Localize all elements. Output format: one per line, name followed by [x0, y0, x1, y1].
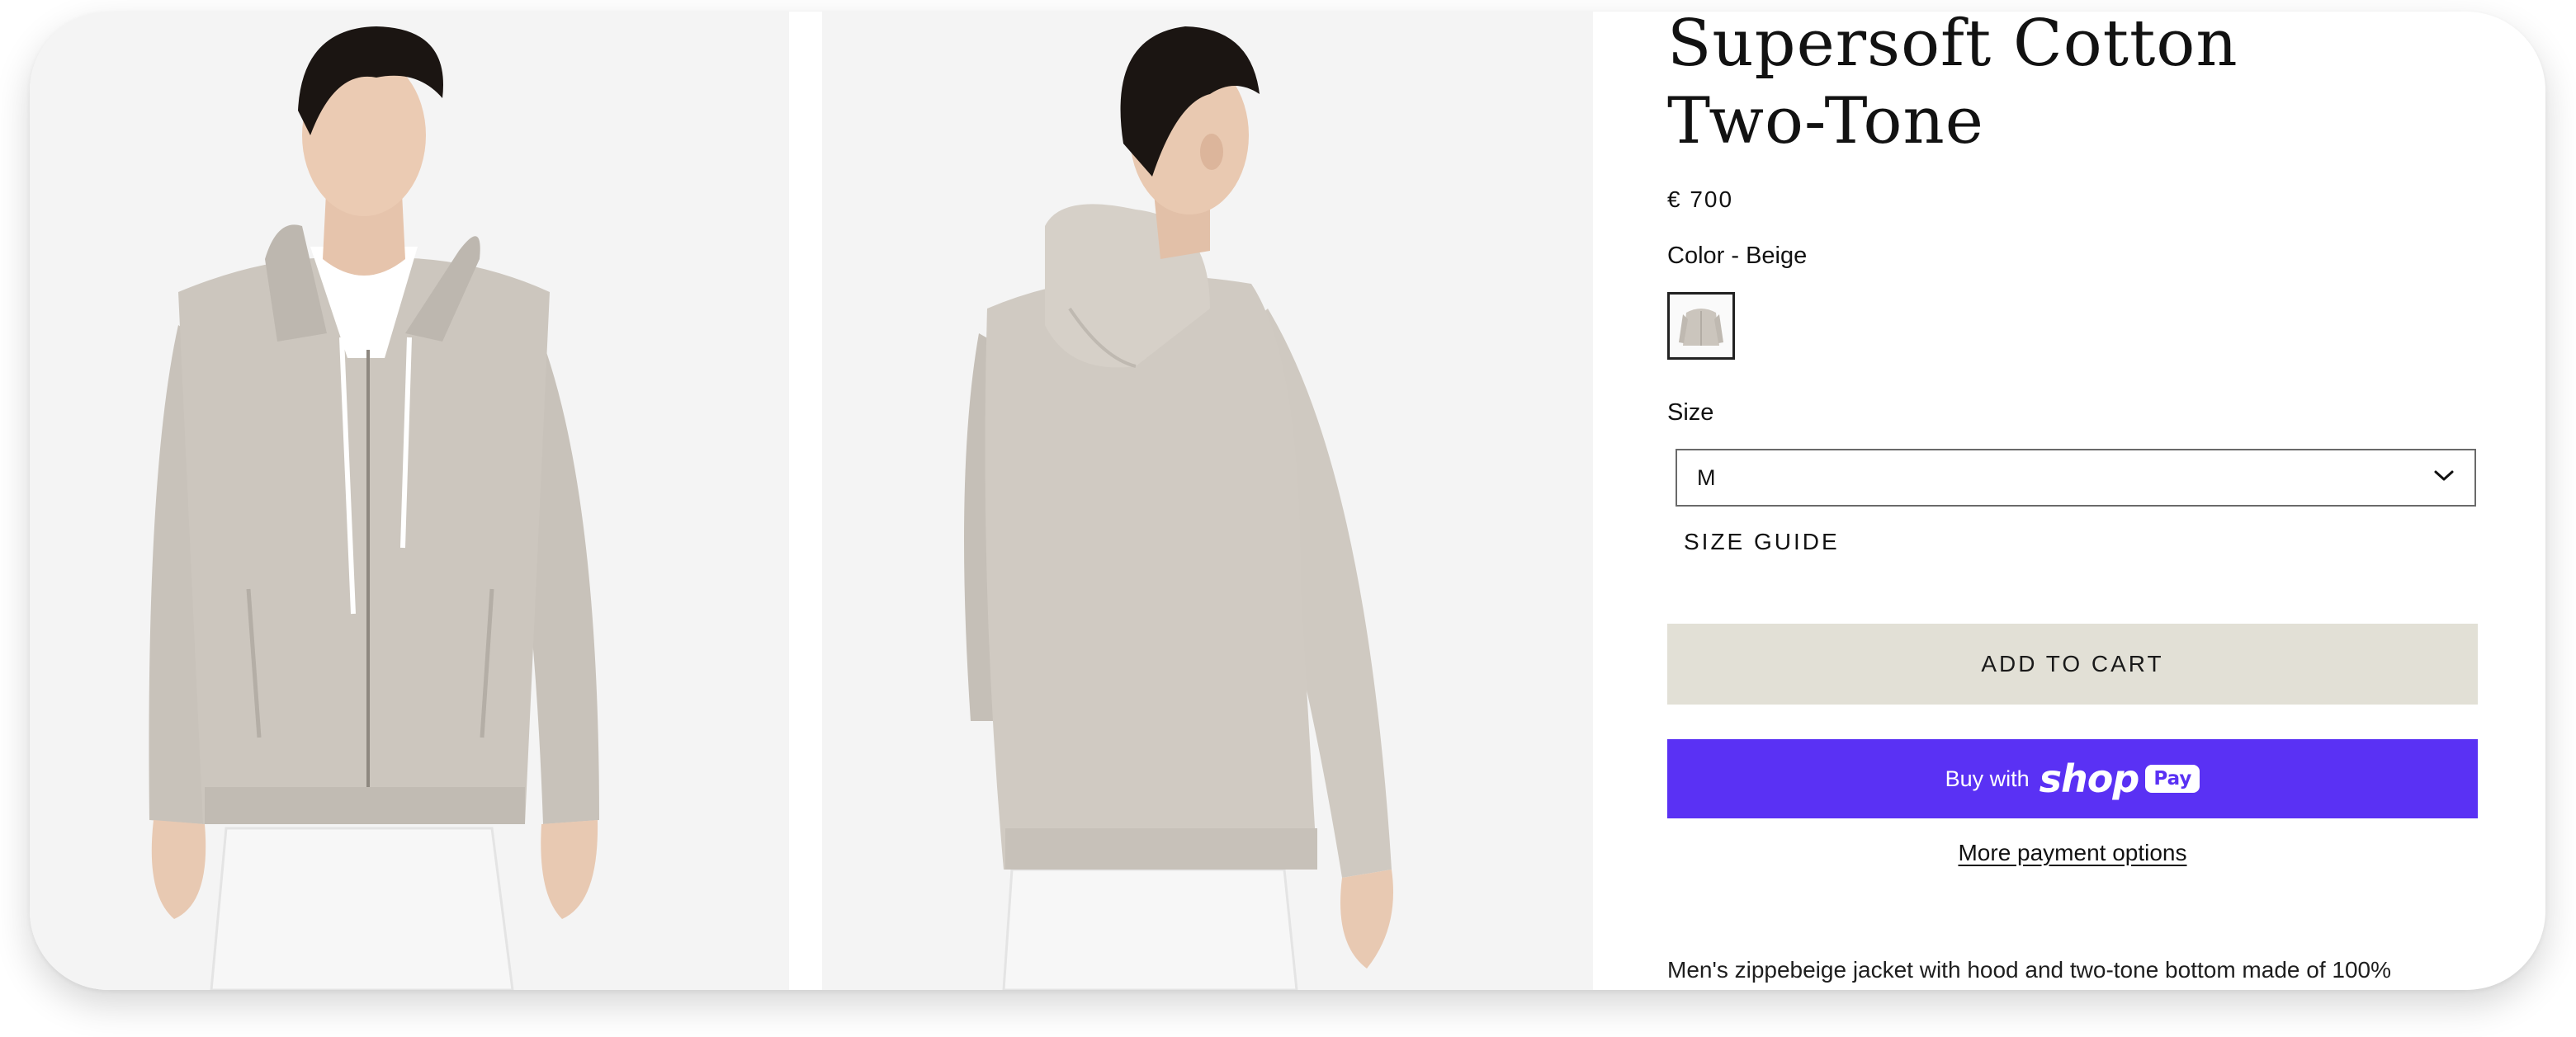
product-description: Men's zippebeige jacket with hood and tw…: [1667, 957, 2391, 983]
product-title: Supersoft Cotton Two-Tone: [1667, 12, 2238, 158]
pay-badge: Pay: [2145, 765, 2200, 793]
size-label: Size: [1667, 399, 1714, 426]
product-card: Supersoft Cotton Two-Tone € 700 Color - …: [30, 12, 2545, 990]
product-image-front[interactable]: [30, 12, 789, 990]
shop-pay-logo: shop: [2039, 757, 2140, 801]
product-price: € 700: [1667, 186, 1734, 212]
size-guide-link[interactable]: SIZE GUIDE: [1684, 529, 1840, 555]
color-swatch-beige[interactable]: [1667, 292, 1735, 360]
buy-with-shop-pay-button[interactable]: Buy with shop Pay: [1667, 739, 2478, 818]
more-payment-options-link[interactable]: More payment options: [1667, 840, 2478, 866]
chevron-down-icon: [2433, 469, 2455, 487]
size-select-value: M: [1697, 464, 1716, 490]
color-label: Color - Beige: [1667, 243, 1808, 269]
add-to-cart-button[interactable]: ADD TO CART: [1667, 624, 2478, 705]
product-image-back[interactable]: [822, 12, 1593, 990]
buy-with-label: Buy with: [1945, 766, 2030, 791]
model-front-illustration: [30, 12, 789, 990]
hoodie-thumbnail: [1676, 299, 1726, 352]
model-back-illustration: [822, 12, 1593, 990]
size-select[interactable]: M: [1676, 449, 2476, 507]
